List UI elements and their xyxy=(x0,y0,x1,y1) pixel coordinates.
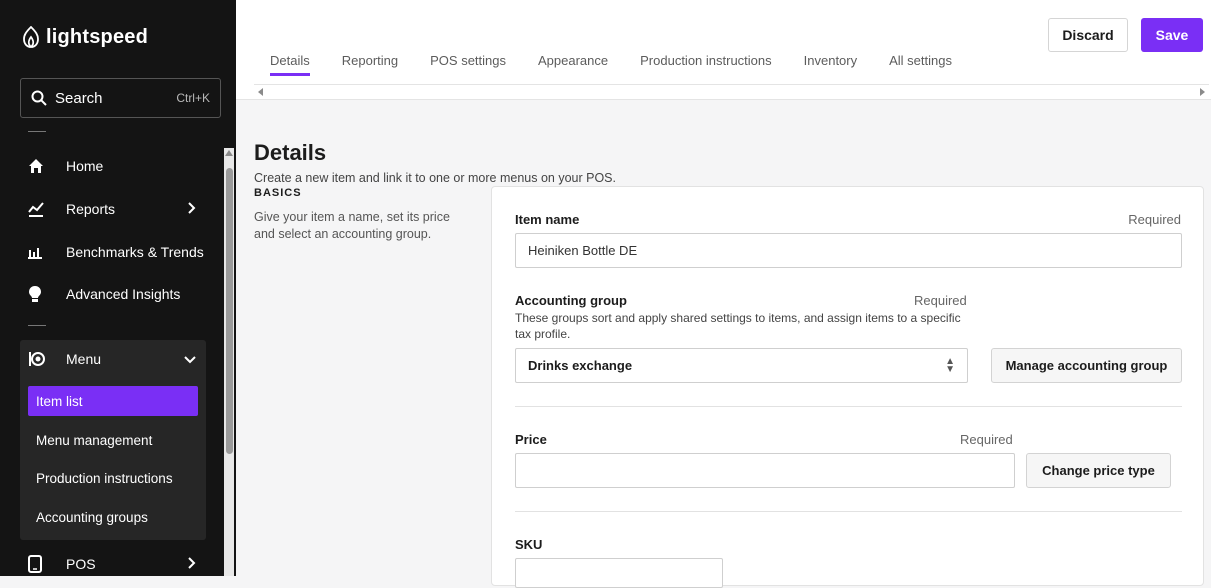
chevron-down-icon xyxy=(184,351,196,367)
tab-all-settings[interactable]: All settings xyxy=(873,52,968,78)
section-description: Give your item a name, set its price and… xyxy=(254,210,450,241)
search-icon xyxy=(31,90,47,106)
lightspeed-flame-icon xyxy=(23,26,39,48)
tab-bar: Details Reporting POS settings Appearanc… xyxy=(236,52,968,78)
sidebar-subitem-label: Menu management xyxy=(36,432,153,448)
item-name-label: Item name xyxy=(515,212,580,227)
page-title: Details xyxy=(254,140,327,165)
sku-label: SKU xyxy=(515,537,543,552)
item-name-required: Required xyxy=(1128,212,1181,227)
search-shortcut: Ctrl+K xyxy=(176,91,210,105)
tab-production-instructions[interactable]: Production instructions xyxy=(624,52,788,78)
section-divider xyxy=(515,511,1182,512)
accounting-group-value: Drinks exchange xyxy=(528,358,633,373)
sidebar: lightspeed Search Ctrl+K Home Reports Be… xyxy=(0,0,236,576)
section-divider xyxy=(515,406,1182,407)
sidebar-subitem-label: Accounting groups xyxy=(36,509,148,525)
discard-button[interactable]: Discard xyxy=(1048,18,1128,52)
accounting-group-help: These groups sort and apply shared setti… xyxy=(515,311,961,341)
scroll-right-arrow-icon[interactable] xyxy=(1200,88,1205,96)
item-name-input[interactable]: Heiniken Bottle DE xyxy=(515,233,1182,268)
home-icon xyxy=(28,158,54,174)
tablet-icon xyxy=(28,555,54,573)
sidebar-subitem-menu-management[interactable]: Menu management xyxy=(28,425,198,455)
chevron-right-icon xyxy=(188,201,196,217)
sidebar-divider xyxy=(28,325,46,326)
tabs-horizontal-scrollbar[interactable] xyxy=(254,84,1209,96)
benchmarks-icon xyxy=(28,245,54,259)
sidebar-item-menu[interactable]: Menu xyxy=(20,341,206,377)
select-updown-icon: ▲ ▼ xyxy=(945,356,955,375)
price-required: Required xyxy=(960,432,1013,447)
tab-pos-settings[interactable]: POS settings xyxy=(414,52,522,78)
change-price-type-button[interactable]: Change price type xyxy=(1026,453,1171,488)
tab-reporting[interactable]: Reporting xyxy=(326,52,414,78)
sidebar-item-advanced-insights[interactable]: Advanced Insights xyxy=(20,276,206,312)
section-heading: BASICS xyxy=(254,187,302,199)
sidebar-item-label: Benchmarks & Trends xyxy=(66,244,204,260)
reports-icon xyxy=(28,201,54,217)
sidebar-scrollbar-thumb[interactable] xyxy=(226,168,233,454)
sidebar-item-label: Home xyxy=(66,158,104,174)
price-label: Price xyxy=(515,432,547,447)
brand-logo[interactable]: lightspeed xyxy=(22,20,148,54)
sku-input[interactable] xyxy=(515,558,723,588)
search-label: Search xyxy=(55,89,103,107)
sidebar-item-pos[interactable]: POS xyxy=(20,546,206,582)
accounting-group-select[interactable]: Drinks exchange ▲ ▼ xyxy=(515,348,968,383)
sidebar-item-reports[interactable]: Reports xyxy=(20,191,206,227)
manage-accounting-group-button[interactable]: Manage accounting group xyxy=(991,348,1182,383)
tab-appearance[interactable]: Appearance xyxy=(522,52,624,78)
sidebar-item-benchmarks[interactable]: Benchmarks & Trends xyxy=(20,234,206,270)
sidebar-subitem-production-instructions[interactable]: Production instructions xyxy=(28,463,198,493)
tab-details[interactable]: Details xyxy=(254,52,326,78)
sidebar-subitem-item-list[interactable]: Item list xyxy=(28,386,198,416)
sidebar-item-home[interactable]: Home xyxy=(20,148,206,184)
scroll-left-arrow-icon[interactable] xyxy=(258,88,263,96)
sidebar-subitem-label: Production instructions xyxy=(36,470,173,486)
item-name-value: Heiniken Bottle DE xyxy=(528,243,638,258)
scroll-up-arrow-icon[interactable] xyxy=(225,150,233,156)
brand-name: lightspeed xyxy=(46,25,149,48)
sidebar-item-label: Advanced Insights xyxy=(66,286,181,302)
tab-inventory[interactable]: Inventory xyxy=(788,52,873,78)
save-button[interactable]: Save xyxy=(1141,18,1203,52)
sidebar-item-label: POS xyxy=(66,556,96,572)
search-button[interactable]: Search Ctrl+K xyxy=(20,78,221,118)
accounting-group-label: Accounting group xyxy=(515,293,627,308)
sidebar-subitem-accounting-groups[interactable]: Accounting groups xyxy=(28,502,198,532)
page-subtitle: Create a new item and link it to one or … xyxy=(254,171,616,185)
accounting-group-required: Required xyxy=(914,293,967,308)
menu-icon xyxy=(28,351,54,367)
sidebar-subitem-label: Item list xyxy=(36,393,83,409)
price-input[interactable] xyxy=(515,453,1015,488)
basics-card: Item name Required Heiniken Bottle DE Ac… xyxy=(491,186,1204,588)
chevron-right-icon xyxy=(188,556,196,572)
sidebar-item-label: Menu xyxy=(66,351,102,367)
sidebar-item-label: Reports xyxy=(66,201,116,217)
sidebar-divider xyxy=(28,131,46,132)
lightbulb-icon xyxy=(28,285,54,303)
